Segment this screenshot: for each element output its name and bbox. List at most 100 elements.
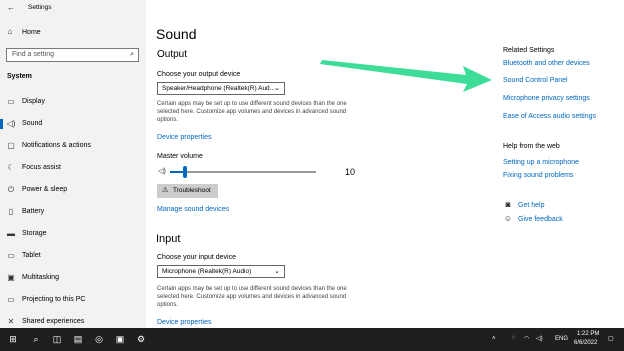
start-button[interactable]: ⊞ bbox=[7, 334, 19, 344]
search-icon: ⌕ bbox=[130, 51, 134, 58]
output-device-label: Choose your output device bbox=[157, 71, 241, 78]
sidebar-item-label: Focus assist bbox=[22, 164, 61, 171]
browser-icon[interactable]: ◎ bbox=[93, 334, 105, 344]
related-settings-heading: Related Settings bbox=[503, 47, 555, 54]
feedback-icon: ☺ bbox=[503, 214, 513, 223]
output-heading: Output bbox=[157, 49, 188, 60]
volume-value: 10 bbox=[345, 167, 356, 177]
moon-icon: ☾ bbox=[7, 163, 15, 172]
sidebar-home[interactable]: ⌂ Home bbox=[0, 24, 146, 40]
troubleshoot-button[interactable]: ⚠ Troubleshoot bbox=[157, 184, 218, 198]
sidebar-item-label: Battery bbox=[22, 208, 45, 215]
sidebar-item-label: Display bbox=[22, 98, 45, 105]
ease-of-access-audio-link[interactable]: Ease of Access audio settings bbox=[503, 113, 596, 120]
home-icon: ⌂ bbox=[7, 27, 13, 36]
warning-icon: ⚠ bbox=[162, 187, 169, 194]
master-volume-slider[interactable] bbox=[170, 166, 316, 178]
volume-thumb[interactable] bbox=[182, 166, 187, 178]
sidebar-section-title: System bbox=[7, 73, 32, 80]
sidebar-item-label: Multitasking bbox=[22, 274, 59, 281]
store-icon[interactable]: ▣ bbox=[114, 334, 126, 344]
tablet-icon: ▭ bbox=[7, 251, 15, 260]
give-feedback-link[interactable]: Give feedback bbox=[518, 216, 563, 223]
power-icon: ⏻ bbox=[7, 185, 15, 194]
clock-date[interactable]: 6/6/2022 bbox=[574, 340, 597, 346]
search-placeholder: Find a setting bbox=[12, 51, 55, 58]
sidebar-item-display[interactable]: ▭ Display bbox=[0, 93, 146, 111]
tray-chevron-icon[interactable]: ˄ bbox=[492, 336, 496, 342]
output-device-properties-link[interactable]: Device properties bbox=[157, 134, 211, 141]
chevron-down-icon: ⌄ bbox=[274, 85, 280, 92]
settings-icon[interactable]: ⚙ bbox=[135, 334, 147, 344]
input-heading: Input bbox=[156, 233, 181, 245]
sidebar-item-sound[interactable]: ◁) Sound bbox=[0, 115, 146, 133]
chevron-down-icon: ⌄ bbox=[274, 268, 280, 275]
input-device-dropdown[interactable]: Microphone (Realtek(R) Audio) ⌄ bbox=[157, 265, 285, 278]
file-explorer-icon[interactable]: ▤ bbox=[72, 334, 84, 344]
clock-time[interactable]: 1:22 PM bbox=[577, 331, 599, 337]
window-title: Settings bbox=[28, 4, 52, 11]
battery-icon: ▯ bbox=[8, 207, 14, 216]
input-note-line-3: options. bbox=[157, 302, 179, 308]
output-device-dropdown[interactable]: Speaker/Headphone (Realtek(R) Aud... ⌄ bbox=[157, 82, 285, 95]
sidebar-item-focus-assist[interactable]: ☾ Focus assist bbox=[0, 159, 146, 177]
volume-icon[interactable]: ◁) bbox=[157, 168, 167, 176]
output-note-line-1: Certain apps may be set up to use differ… bbox=[157, 101, 347, 107]
manage-sound-devices-link[interactable]: Manage sound devices bbox=[157, 206, 229, 213]
home-label: Home bbox=[22, 29, 41, 36]
help-heading: Help from the web bbox=[503, 143, 560, 150]
troubleshoot-label: Troubleshoot bbox=[173, 187, 211, 194]
shared-experiences-icon: ✕ bbox=[7, 317, 15, 326]
speaker-icon[interactable]: ◁) bbox=[536, 335, 543, 342]
projector-icon: ▭ bbox=[7, 295, 15, 304]
sidebar-item-label: Notifications & actions bbox=[22, 142, 91, 149]
setting-up-microphone-link[interactable]: Setting up a microphone bbox=[503, 159, 579, 166]
wifi-icon[interactable]: ◠ bbox=[524, 335, 529, 342]
storage-icon: ▬ bbox=[7, 229, 15, 238]
input-device-properties-link[interactable]: Device properties bbox=[157, 319, 211, 326]
network-icon[interactable]: ◌ bbox=[512, 335, 516, 341]
sidebar-item-label: Shared experiences bbox=[22, 318, 85, 325]
output-device-value: Speaker/Headphone (Realtek(R) Aud... bbox=[162, 85, 276, 92]
bluetooth-link[interactable]: Bluetooth and other devices bbox=[503, 60, 590, 67]
sidebar-item-label: Storage bbox=[22, 230, 47, 237]
notification-center-icon[interactable]: ▢ bbox=[608, 335, 614, 342]
get-help-link[interactable]: Get help bbox=[518, 202, 544, 209]
input-device-value: Microphone (Realtek(R) Audio) bbox=[162, 268, 252, 275]
get-help-icon: ◙ bbox=[505, 200, 511, 209]
sidebar-item-projecting[interactable]: ▭ Projecting to this PC bbox=[0, 291, 146, 309]
speaker-icon: ◁) bbox=[6, 119, 16, 128]
sidebar-item-battery[interactable]: ▯ Battery bbox=[0, 203, 146, 221]
notification-icon: ▢ bbox=[7, 141, 15, 150]
sidebar-item-label: Power & sleep bbox=[22, 186, 68, 193]
input-note-line-1: Certain apps may be set up to use differ… bbox=[157, 286, 347, 292]
multitasking-icon: ▣ bbox=[7, 273, 15, 282]
fixing-sound-problems-link[interactable]: Fixing sound problems bbox=[503, 172, 573, 179]
page-title: Sound bbox=[156, 26, 197, 42]
language-indicator[interactable]: ENG bbox=[555, 336, 568, 342]
sidebar-item-label: Projecting to this PC bbox=[22, 296, 86, 303]
sidebar-item-shared-experiences[interactable]: ✕ Shared experiences bbox=[0, 313, 146, 328]
search-input[interactable]: Find a setting ⌕ bbox=[6, 48, 139, 62]
sidebar-item-label: Tablet bbox=[22, 252, 41, 259]
sidebar: ⌂ Home Find a setting ⌕ System ▭ Display… bbox=[0, 16, 146, 328]
output-note-line-2: selected here. Customize app volumes and… bbox=[157, 109, 347, 115]
selection-indicator bbox=[0, 119, 3, 129]
sidebar-item-label: Sound bbox=[22, 120, 43, 127]
taskbar: ⊞ ⌕ ◫ ▤ ◎ ▣ ⚙ ˄ ◌ ◠ ◁) ENG 1:22 PM 6/6/2… bbox=[0, 328, 624, 351]
sidebar-item-tablet[interactable]: ▭ Tablet bbox=[0, 247, 146, 265]
sidebar-item-multitasking[interactable]: ▣ Multitasking bbox=[0, 269, 146, 287]
settings-window: ← Settings – ☐ ✕ ⌂ Home Find a setting ⌕… bbox=[0, 0, 624, 328]
task-view-icon[interactable]: ◫ bbox=[51, 334, 63, 344]
sidebar-item-power-sleep[interactable]: ⏻ Power & sleep bbox=[0, 181, 146, 199]
display-icon: ▭ bbox=[7, 97, 15, 106]
sidebar-item-storage[interactable]: ▬ Storage bbox=[0, 225, 146, 243]
sound-control-panel-link[interactable]: Sound Control Panel bbox=[503, 77, 568, 84]
back-arrow-icon[interactable]: ← bbox=[6, 4, 16, 12]
microphone-privacy-link[interactable]: Microphone privacy settings bbox=[503, 95, 590, 102]
input-note-line-2: selected here. Customize app volumes and… bbox=[157, 294, 347, 300]
search-icon[interactable]: ⌕ bbox=[30, 334, 42, 344]
master-volume-label: Master volume bbox=[157, 153, 203, 160]
input-device-label: Choose your input device bbox=[157, 254, 236, 261]
sidebar-item-notifications[interactable]: ▢ Notifications & actions bbox=[0, 137, 146, 155]
